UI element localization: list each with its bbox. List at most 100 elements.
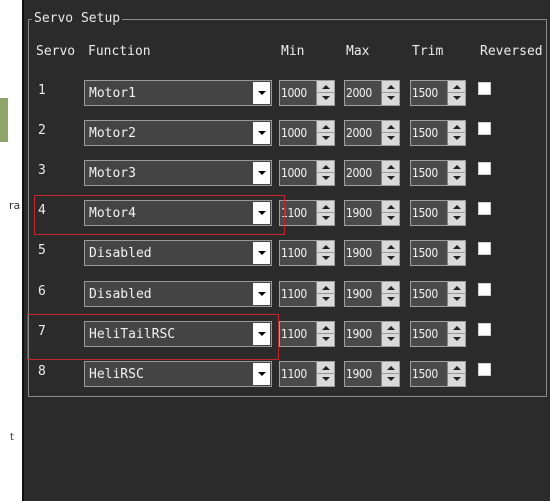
max-spinbox[interactable]: 2000: [344, 80, 400, 106]
trim-spin-buttons[interactable]: [447, 362, 465, 386]
min-spin-buttons[interactable]: [316, 362, 334, 386]
spin-down-icon[interactable]: [317, 253, 334, 265]
spin-up-icon[interactable]: [448, 322, 465, 334]
max-spinbox[interactable]: 2000: [344, 160, 400, 186]
chevron-down-icon[interactable]: [253, 122, 270, 144]
trim-spin-buttons[interactable]: [447, 322, 465, 346]
chevron-down-icon[interactable]: [253, 82, 270, 104]
min-spinbox[interactable]: 1100: [279, 240, 335, 266]
min-spin-buttons[interactable]: [316, 121, 334, 145]
trim-spinbox[interactable]: 1500: [410, 321, 466, 347]
min-spin-buttons[interactable]: [316, 241, 334, 265]
reversed-checkbox[interactable]: [478, 162, 491, 175]
spin-up-icon[interactable]: [317, 322, 334, 334]
chevron-down-icon[interactable]: [253, 283, 270, 305]
spin-up-icon[interactable]: [448, 201, 465, 213]
max-spin-buttons[interactable]: [381, 322, 399, 346]
max-spin-buttons[interactable]: [381, 81, 399, 105]
trim-spinbox[interactable]: 1500: [410, 281, 466, 307]
spin-up-icon[interactable]: [382, 81, 399, 93]
spin-up-icon[interactable]: [382, 201, 399, 213]
spin-up-icon[interactable]: [317, 362, 334, 374]
reversed-checkbox[interactable]: [478, 323, 491, 336]
spin-down-icon[interactable]: [448, 334, 465, 346]
spin-up-icon[interactable]: [448, 121, 465, 133]
spin-down-icon[interactable]: [317, 93, 334, 105]
spin-down-icon[interactable]: [382, 334, 399, 346]
min-spin-buttons[interactable]: [316, 322, 334, 346]
reversed-checkbox[interactable]: [478, 242, 491, 255]
spin-down-icon[interactable]: [317, 173, 334, 185]
spin-up-icon[interactable]: [382, 121, 399, 133]
spin-up-icon[interactable]: [382, 322, 399, 334]
function-dropdown[interactable]: Disabled: [84, 240, 272, 266]
trim-spinbox[interactable]: 1500: [410, 80, 466, 106]
reversed-checkbox[interactable]: [478, 283, 491, 296]
reversed-checkbox[interactable]: [478, 82, 491, 95]
spin-down-icon[interactable]: [448, 133, 465, 145]
spin-up-icon[interactable]: [317, 282, 334, 294]
max-spin-buttons[interactable]: [381, 201, 399, 225]
trim-spin-buttons[interactable]: [447, 81, 465, 105]
spin-down-icon[interactable]: [317, 133, 334, 145]
function-dropdown[interactable]: Motor1: [84, 80, 272, 106]
trim-spin-buttons[interactable]: [447, 241, 465, 265]
min-spin-buttons[interactable]: [316, 201, 334, 225]
trim-spinbox[interactable]: 1500: [410, 361, 466, 387]
spin-up-icon[interactable]: [317, 121, 334, 133]
min-spinbox[interactable]: 1000: [279, 120, 335, 146]
function-dropdown[interactable]: Motor3: [84, 160, 272, 186]
trim-spinbox[interactable]: 1500: [410, 120, 466, 146]
max-spinbox[interactable]: 1900: [344, 281, 400, 307]
min-spin-buttons[interactable]: [316, 282, 334, 306]
min-spinbox[interactable]: 1000: [279, 160, 335, 186]
spin-down-icon[interactable]: [448, 294, 465, 306]
spin-up-icon[interactable]: [317, 161, 334, 173]
trim-spinbox[interactable]: 1500: [410, 200, 466, 226]
reversed-checkbox[interactable]: [478, 122, 491, 135]
chevron-down-icon[interactable]: [253, 242, 270, 264]
spin-up-icon[interactable]: [448, 241, 465, 253]
trim-spinbox[interactable]: 1500: [410, 240, 466, 266]
spin-down-icon[interactable]: [448, 213, 465, 225]
min-spinbox[interactable]: 1000: [279, 80, 335, 106]
function-dropdown[interactable]: Motor2: [84, 120, 272, 146]
min-spinbox[interactable]: 1100: [279, 281, 335, 307]
spin-down-icon[interactable]: [448, 374, 465, 386]
reversed-checkbox[interactable]: [478, 202, 491, 215]
max-spin-buttons[interactable]: [381, 282, 399, 306]
function-dropdown[interactable]: HeliRSC: [84, 361, 272, 387]
spin-down-icon[interactable]: [317, 334, 334, 346]
function-dropdown[interactable]: Disabled: [84, 281, 272, 307]
max-spin-buttons[interactable]: [381, 121, 399, 145]
chevron-down-icon[interactable]: [253, 162, 270, 184]
min-spinbox[interactable]: 1100: [279, 200, 335, 226]
spin-down-icon[interactable]: [448, 93, 465, 105]
max-spinbox[interactable]: 1900: [344, 240, 400, 266]
max-spinbox[interactable]: 2000: [344, 120, 400, 146]
spin-down-icon[interactable]: [317, 374, 334, 386]
spin-up-icon[interactable]: [382, 241, 399, 253]
max-spin-buttons[interactable]: [381, 241, 399, 265]
min-spinbox[interactable]: 1100: [279, 321, 335, 347]
max-spin-buttons[interactable]: [381, 362, 399, 386]
min-spinbox[interactable]: 1100: [279, 361, 335, 387]
spin-down-icon[interactable]: [448, 173, 465, 185]
spin-down-icon[interactable]: [448, 253, 465, 265]
spin-up-icon[interactable]: [448, 282, 465, 294]
min-spin-buttons[interactable]: [316, 81, 334, 105]
max-spin-buttons[interactable]: [381, 161, 399, 185]
trim-spin-buttons[interactable]: [447, 201, 465, 225]
spin-down-icon[interactable]: [382, 294, 399, 306]
spin-down-icon[interactable]: [382, 133, 399, 145]
min-spin-buttons[interactable]: [316, 161, 334, 185]
chevron-down-icon[interactable]: [253, 363, 270, 385]
reversed-checkbox[interactable]: [478, 363, 491, 376]
max-spinbox[interactable]: 1900: [344, 200, 400, 226]
max-spinbox[interactable]: 1900: [344, 361, 400, 387]
spin-down-icon[interactable]: [317, 294, 334, 306]
spin-up-icon[interactable]: [317, 241, 334, 253]
spin-up-icon[interactable]: [448, 161, 465, 173]
spin-up-icon[interactable]: [317, 81, 334, 93]
spin-up-icon[interactable]: [382, 282, 399, 294]
